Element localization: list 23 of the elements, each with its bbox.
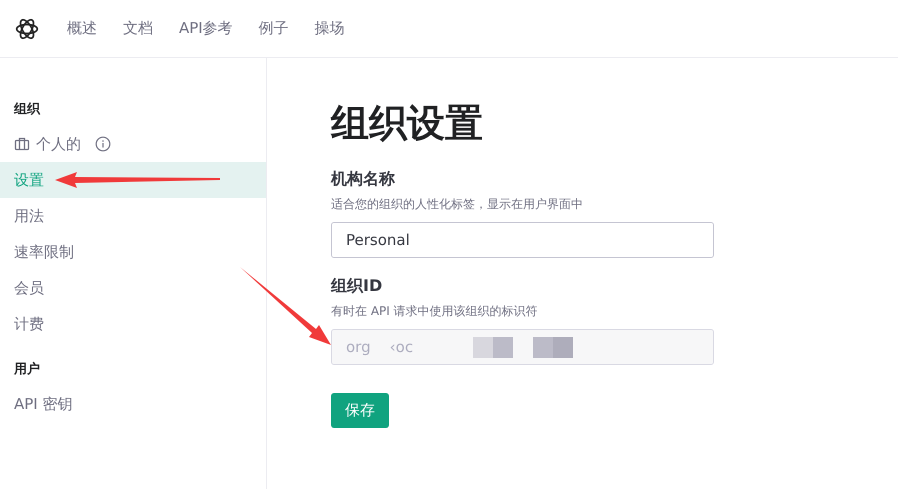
briefcase-icon <box>14 136 30 152</box>
section-heading: 用户 <box>12 360 41 378</box>
sidebar-item[interactable]: 速率限制 <box>0 234 266 270</box>
info-icon[interactable] <box>95 136 111 152</box>
input-field[interactable]: Personal <box>331 222 714 258</box>
field-label: 组织ID <box>331 276 384 297</box>
nav-link[interactable]: 文档 <box>123 19 153 38</box>
sidebar-item[interactable]: 用法 <box>0 198 266 234</box>
save-button[interactable]: 保存 <box>331 393 389 428</box>
sidebar-item[interactable]: 设置 <box>0 162 266 198</box>
nav-link[interactable]: API参考 <box>179 19 233 38</box>
nav-link[interactable]: 操场 <box>314 19 345 38</box>
field-hint: 适合您的组织的人性化标签，显示在用户界面中 <box>331 196 584 213</box>
nav-link[interactable]: 例子 <box>258 19 289 38</box>
sidebar-item[interactable]: 计费 <box>0 306 266 342</box>
field-label: 机构名称 <box>331 169 396 190</box>
page-title: 组织设置 <box>331 100 484 147</box>
section-heading: 组织 <box>12 101 42 118</box>
sidebar-item[interactable]: API 密钥 <box>0 386 266 422</box>
organization-name[interactable]: 个人的 <box>36 134 81 154</box>
field-hint: 有时在 API 请求中使用该组织的标识符 <box>331 303 539 320</box>
sidebar-item[interactable]: 会员 <box>0 270 266 306</box>
nav-link[interactable]: 概述 <box>67 19 97 38</box>
